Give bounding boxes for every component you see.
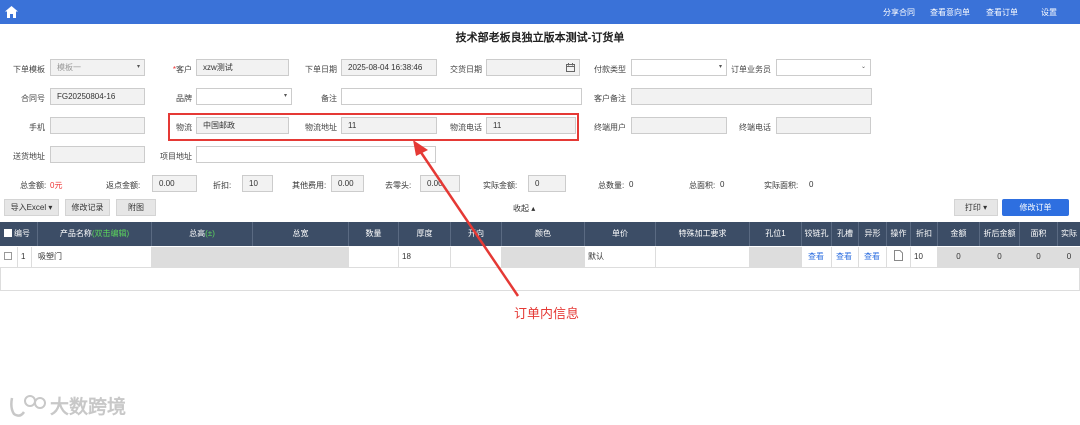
annotation-arrow-line [416,147,520,297]
annotation-overlay [168,113,579,297]
highlight-box [168,113,579,141]
annotation-arrow-head [413,140,428,156]
annotation-text: 订单内信息 [514,306,580,321]
watermark: 大数跨境 [8,392,126,419]
watermark-logo-icon [10,394,46,417]
